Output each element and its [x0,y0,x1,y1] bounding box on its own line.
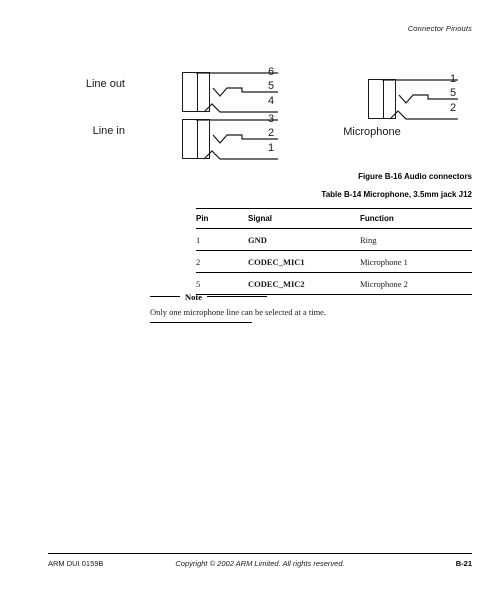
note-label: Note [185,291,202,302]
footer-copyright: Copyright © 2002 ARM Limited. All rights… [175,559,345,568]
table-header-row: Pin Signal Function [196,208,472,229]
note-rule-right [207,296,267,297]
note-text: Only one microphone line can be selected… [150,307,327,317]
cell-function: Microphone 1 [360,250,472,273]
note-header: Note [150,291,470,302]
pin-number-mic-1: 1 [450,73,457,85]
pin-number-mic-2: 2 [450,102,457,114]
column-header-signal: Signal [248,208,360,229]
cell-signal: GND [248,228,360,251]
jack-line-out [182,72,292,114]
pin-number-1: 1 [268,142,275,154]
jack-microphone [368,79,478,121]
cell-pin: 1 [196,228,248,251]
pin-number-2: 2 [268,127,275,139]
cell-function: Ring [360,228,472,251]
jack-line-in [182,119,292,161]
audio-connectors-figure: Line out 6 5 4 Line in 3 2 1 1 5 2 Micro… [0,58,500,168]
pin-number-3: 3 [268,113,275,125]
table-row: 2 CODEC_MIC1 Microphone 1 [196,250,472,273]
note-rule-bottom [150,322,252,323]
connector-label-line-in: Line in [92,125,125,137]
jack-contacts-microphone [382,79,458,120]
column-header-function: Function [360,208,472,229]
footer-page-number: B-21 [455,559,472,568]
figure-caption: Figure B-16 Audio connectors [358,172,472,181]
table-row: 1 GND Ring [196,228,472,251]
note-block: Note Only one microphone line can be sel… [150,291,470,323]
jack-contacts-line-in [196,119,278,160]
cell-signal: CODEC_MIC1 [248,250,360,273]
connector-label-microphone: Microphone [343,126,401,138]
pin-number-5: 5 [268,80,275,92]
note-rule-left [150,296,180,297]
table-caption: Table B-14 Microphone, 3.5mm jack J12 [321,190,472,199]
page-footer: ARM DUI 0159B Copyright © 2002 ARM Limit… [48,559,472,573]
footer-divider [48,553,472,554]
pin-number-4: 4 [268,95,275,107]
running-header: Connector Pinouts [407,24,472,33]
column-header-pin: Pin [196,208,248,229]
cell-pin: 2 [196,250,248,273]
pin-number-mic-5: 5 [450,87,457,99]
microphone-pinout-table: Pin Signal Function 1 GND Ring 2 CODEC_M… [196,208,472,295]
connector-label-line-out: Line out [85,78,125,90]
pin-number-6: 6 [268,66,275,78]
jack-contacts-line-out [196,72,278,113]
